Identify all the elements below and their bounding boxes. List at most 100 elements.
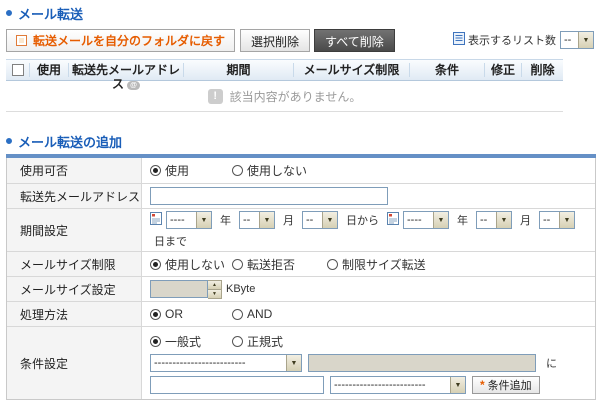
radio-method-and-label: AND (247, 307, 272, 321)
from-day-value: -- (303, 212, 322, 228)
radio-icon (232, 336, 243, 347)
condition-label: 条件設定 (7, 327, 142, 399)
chevron-down-icon: ▼ (450, 377, 465, 393)
chevron-down-icon: ▼ (496, 212, 511, 228)
add-section-title: メール転送の追加 (6, 133, 594, 149)
radio-icon (232, 259, 243, 270)
radio-cond-regex-label: 正規式 (247, 333, 283, 350)
list-count-select[interactable]: --▼ (560, 31, 594, 49)
radio-size-reject[interactable]: 転送拒否 (232, 256, 327, 273)
period-label: 期間設定 (7, 209, 142, 251)
mail-badge-icon: @ (127, 81, 140, 90)
condition-value-select[interactable]: -------------------------▼ (330, 376, 466, 394)
radio-selected-icon (150, 309, 161, 320)
header-edit: 修正 (484, 63, 521, 77)
size-limit-label: メールサイズ制限 (7, 252, 142, 276)
chevron-down-icon: ▼ (433, 212, 448, 228)
radio-size-off-label: 使用しない (165, 256, 225, 273)
radio-icon (232, 309, 243, 320)
spinner-down-icon[interactable]: ▼ (208, 290, 222, 299)
condition-to-label: に (546, 355, 557, 371)
calendar-icon[interactable] (150, 212, 162, 228)
method-row: 処理方法 OR AND (7, 301, 595, 326)
to-day-value: -- (540, 212, 559, 228)
radio-method-or[interactable]: OR (150, 307, 232, 321)
radio-size-forward-label: 制限サイズ転送 (342, 256, 426, 273)
condition-field-select[interactable]: -------------------------▼ (150, 354, 302, 372)
month-unit: 月 (283, 212, 294, 228)
chevron-down-icon: ▼ (322, 212, 337, 228)
forward-list-header: 使用 転送先メールアドレス@ 期間 メールサイズ制限 条件 修正 削除 (6, 59, 563, 81)
year-unit: 年 (457, 212, 468, 228)
from-year-select[interactable]: ----▼ (166, 211, 212, 229)
select-delete-button[interactable]: 選択削除 (240, 29, 310, 52)
radio-icon (232, 165, 243, 176)
return-to-folder-label: 転送メールを自分のフォルダに戻す (33, 32, 225, 49)
usage-row: 使用可否 使用 使用しない (7, 158, 595, 183)
return-to-folder-button[interactable]: 転送メールを自分のフォルダに戻す (6, 29, 235, 52)
add-section-title-text: メール転送の追加 (18, 132, 122, 151)
usage-label: 使用可否 (7, 158, 142, 183)
header-size-limit: メールサイズ制限 (293, 63, 409, 77)
empty-message: 該当内容がありません。 (230, 88, 362, 105)
address-row: 転送先メールアドレス (7, 183, 595, 208)
empty-state: ! 該当内容がありません。 (6, 81, 563, 112)
radio-usage-on[interactable]: 使用 (150, 162, 232, 179)
radio-usage-off[interactable]: 使用しない (232, 162, 307, 179)
condition-target-input[interactable] (308, 354, 536, 372)
radio-cond-general[interactable]: 一般式 (150, 333, 226, 350)
radio-method-or-label: OR (165, 307, 183, 321)
list-icon (453, 32, 465, 48)
from-day-select[interactable]: --▼ (302, 211, 338, 229)
condition-keyword-input[interactable] (150, 376, 324, 394)
year-unit: 年 (220, 212, 231, 228)
forward-address-input[interactable] (150, 187, 388, 205)
chevron-down-icon: ▼ (578, 32, 593, 48)
to-day-select[interactable]: --▼ (539, 211, 575, 229)
chevron-down-icon: ▼ (259, 212, 274, 228)
condition-value-value: ------------------------- (331, 377, 450, 393)
calendar-icon[interactable] (387, 212, 399, 228)
spinner-up-icon[interactable]: ▲ (208, 280, 222, 290)
size-unit-label: KByte (226, 283, 255, 295)
size-limit-row: メールサイズ制限 使用しない 転送拒否 制限サイズ転送 (7, 251, 595, 276)
to-year-select[interactable]: ----▼ (403, 211, 449, 229)
radio-size-forward[interactable]: 制限サイズ転送 (327, 256, 426, 273)
radio-size-off[interactable]: 使用しない (150, 256, 232, 273)
radio-method-and[interactable]: AND (232, 307, 272, 321)
mail-forward-page: メール転送 転送メールを自分のフォルダに戻す 選択削除 すべて削除 表示するリス… (0, 0, 600, 403)
condition-value-subrow: -------------------------▼ * 条件追加 (150, 376, 587, 394)
size-spinner: ▲▼ (208, 280, 222, 298)
add-condition-button[interactable]: * 条件追加 (472, 376, 540, 394)
address-label: 転送先メールアドレス (7, 184, 142, 208)
chevron-down-icon: ▼ (286, 355, 301, 371)
page-title: メール転送 (18, 4, 83, 23)
list-toolbar: 転送メールを自分のフォルダに戻す 選択削除 すべて削除 表示するリスト数 --▼ (6, 28, 594, 52)
radio-icon (327, 259, 338, 270)
delete-all-button[interactable]: すべて削除 (314, 29, 395, 52)
month-unit: 月 (520, 212, 531, 228)
from-month-select[interactable]: --▼ (239, 211, 275, 229)
to-month-select[interactable]: --▼ (476, 211, 512, 229)
method-label: 処理方法 (7, 302, 142, 326)
orange-checkbox-icon (16, 35, 27, 46)
size-value-input[interactable] (150, 280, 208, 298)
exclamation-icon: ! (208, 89, 223, 104)
list-count-value: -- (561, 32, 578, 48)
radio-cond-general-label: 一般式 (165, 333, 201, 350)
asterisk-icon: * (480, 380, 485, 390)
radio-selected-icon (150, 259, 161, 270)
to-year-value: ---- (404, 212, 433, 228)
radio-size-reject-label: 転送拒否 (247, 256, 295, 273)
add-forward-form: 使用可否 使用 使用しない 転送先メールアドレス 期間設定 ----▼ 年 --… (6, 158, 596, 400)
radio-cond-regex[interactable]: 正規式 (232, 333, 283, 350)
radio-selected-icon (150, 336, 161, 347)
radio-selected-icon (150, 165, 161, 176)
to-month-value: -- (477, 212, 496, 228)
select-all-cell (6, 63, 29, 77)
select-all-checkbox[interactable] (12, 64, 24, 76)
header-period: 期間 (183, 63, 293, 77)
radio-usage-off-label: 使用しない (247, 162, 307, 179)
section-bullet-icon (6, 138, 12, 144)
chevron-down-icon: ▼ (559, 212, 574, 228)
